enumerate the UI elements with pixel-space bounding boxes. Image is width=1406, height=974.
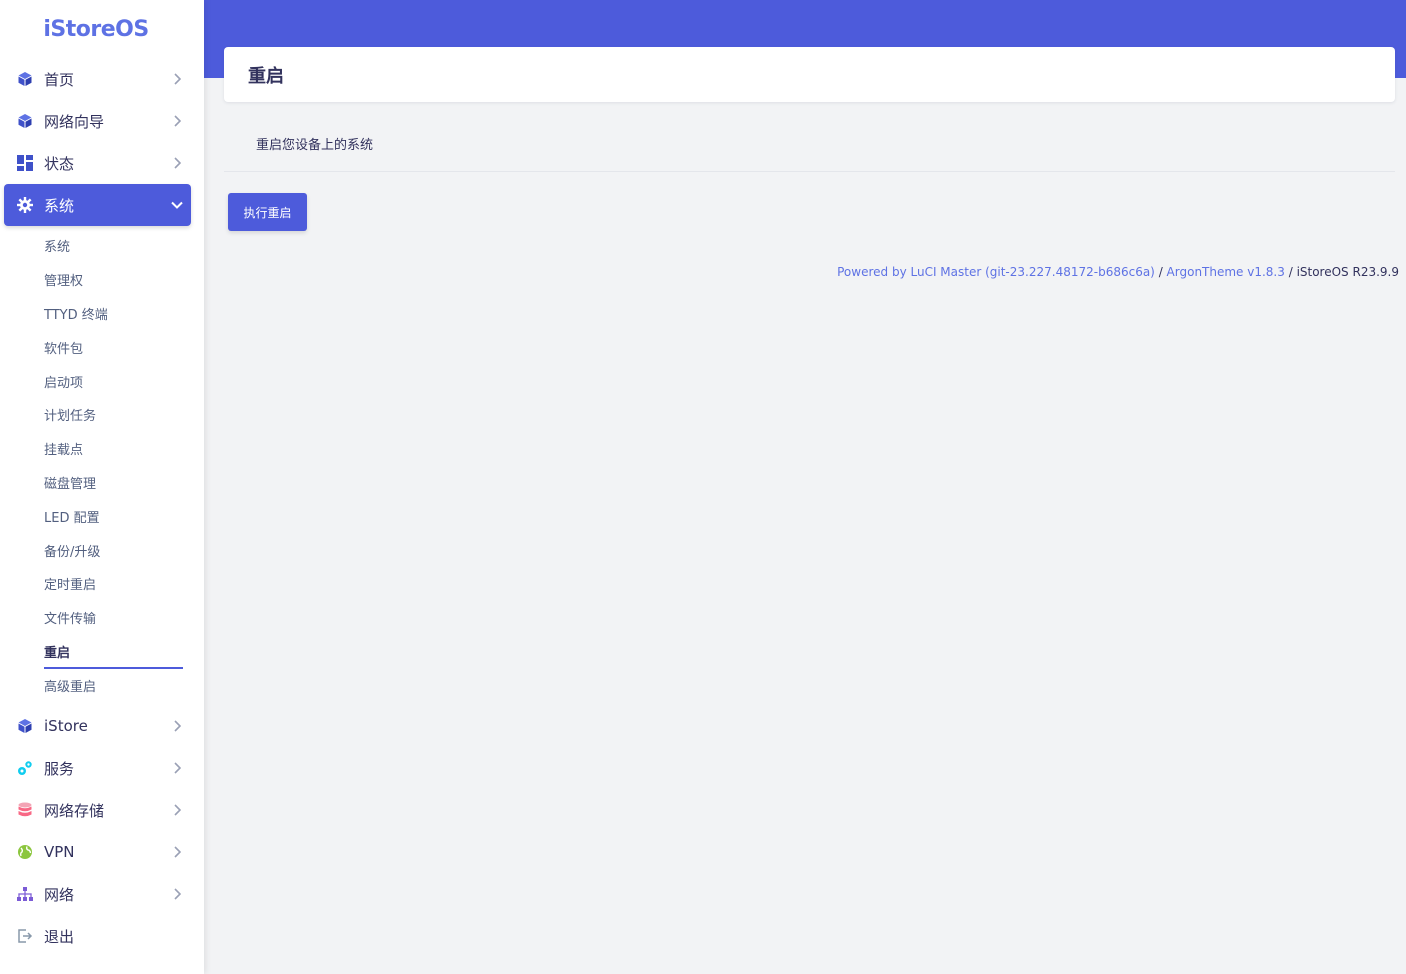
chevron-down-icon [171, 199, 183, 211]
menu-item-nas[interactable]: 网络存储 [4, 789, 191, 831]
chevron-right-icon [171, 73, 183, 85]
menu-item-label: 网络向导 [44, 112, 105, 131]
footer: Powered by LuCI Master (git-23.227.48172… [837, 265, 1399, 279]
globe-icon [16, 843, 34, 861]
submenu-item-file-transfer[interactable]: 文件传输 [44, 602, 183, 636]
cube-icon [16, 112, 34, 130]
logout-icon [16, 927, 34, 945]
brand-name-part1: iStore [43, 16, 116, 42]
menu-item-label: 网络 [44, 885, 75, 904]
menu-item-label: 退出 [44, 927, 75, 946]
sitemap-icon [16, 885, 34, 903]
chevron-right-icon [171, 762, 183, 774]
menu-item-services[interactable]: 服务 [4, 747, 191, 789]
main-menu-lower: iStore 服务 网络存储 VPN 网络 退出 [0, 705, 204, 957]
submenu-item-advanced-reboot[interactable]: 高级重启 [44, 669, 183, 703]
page-description: 重启您设备上的系统 [256, 138, 374, 153]
sidebar: iStore OS 首页 网络向导 状态 系统 系统 管理权 TTYD 终端 软… [0, 0, 204, 974]
menu-item-logout[interactable]: 退出 [4, 915, 191, 957]
menu-item-label: 服务 [44, 759, 75, 778]
brand-logo[interactable]: iStore OS [0, 0, 204, 58]
chevron-right-icon [171, 846, 183, 858]
cube-icon [16, 717, 34, 735]
submenu-item-system[interactable]: 系统 [44, 230, 183, 264]
argon-theme-link[interactable]: ArgonTheme v1.8.3 [1167, 265, 1285, 279]
submenu-item-crontab[interactable]: 计划任务 [44, 399, 183, 433]
submenu-item-scheduled-reboot[interactable]: 定时重启 [44, 568, 183, 602]
chevron-right-icon [171, 804, 183, 816]
cogs-icon [16, 759, 34, 777]
menu-item-label: 首页 [44, 70, 75, 89]
firmware-version: iStoreOS R23.9.9 [1296, 265, 1399, 279]
chevron-right-icon [171, 115, 183, 127]
brand-name-part2: OS [115, 16, 149, 42]
submenu-item-led[interactable]: LED 配置 [44, 500, 183, 534]
menu-item-label: iStore [44, 717, 88, 736]
submenu-item-packages[interactable]: 软件包 [44, 331, 183, 365]
menu-item-home[interactable]: 首页 [4, 58, 191, 100]
chevron-right-icon [171, 157, 183, 169]
footer-separator: / [1154, 265, 1167, 279]
submenu-item-startup[interactable]: 启动项 [44, 365, 183, 399]
chevron-right-icon [171, 888, 183, 900]
system-submenu: 系统 管理权 TTYD 终端 软件包 启动项 计划任务 挂载点 磁盘管理 LED… [0, 226, 204, 705]
menu-item-label: 状态 [44, 154, 75, 173]
page-title-card: 重启 [224, 47, 1395, 102]
submenu-item-backup[interactable]: 备份/升级 [44, 534, 183, 568]
main-content: 重启 重启您设备上的系统 执行重启 Powered by LuCI Master… [204, 0, 1406, 974]
submenu-item-disk-manager[interactable]: 磁盘管理 [44, 467, 183, 501]
submenu-item-reboot[interactable]: 重启 [44, 636, 183, 670]
submenu-item-admin[interactable]: 管理权 [44, 264, 183, 298]
menu-item-network-wizard[interactable]: 网络向导 [4, 100, 191, 142]
cube-icon [16, 70, 34, 88]
perform-reboot-button[interactable]: 执行重启 [228, 193, 307, 231]
database-icon [16, 801, 34, 819]
gear-icon [16, 196, 34, 214]
menu-item-vpn[interactable]: VPN [4, 831, 191, 873]
luci-link[interactable]: Powered by LuCI Master (git-23.227.48172… [837, 265, 1155, 279]
menu-item-label: 网络存储 [44, 801, 105, 820]
submenu-item-mounts[interactable]: 挂载点 [44, 433, 183, 467]
menu-item-system[interactable]: 系统 [4, 184, 191, 226]
dashboard-icon [16, 154, 34, 172]
menu-item-status[interactable]: 状态 [4, 142, 191, 184]
page-title: 重启 [248, 65, 284, 87]
footer-separator: / [1284, 265, 1297, 279]
divider [224, 171, 1395, 172]
menu-item-network[interactable]: 网络 [4, 873, 191, 915]
menu-item-label: VPN [44, 843, 75, 862]
menu-item-label: 系统 [44, 196, 75, 215]
menu-item-istore[interactable]: iStore [4, 705, 191, 747]
main-menu: 首页 网络向导 状态 系统 [0, 58, 204, 226]
submenu-item-ttyd[interactable]: TTYD 终端 [44, 298, 183, 332]
chevron-right-icon [171, 720, 183, 732]
